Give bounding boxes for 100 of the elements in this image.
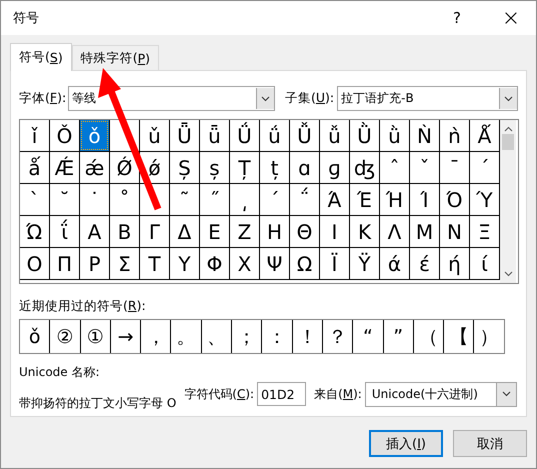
subset-dropdown[interactable]: 拉丁语扩充-B: [337, 86, 518, 111]
window-title: 符号: [13, 10, 40, 27]
symbol-cell[interactable]: ǽ: [80, 152, 109, 183]
symbol-cell[interactable]: ˚: [110, 184, 139, 215]
scrollbar-thumb[interactable]: [502, 134, 514, 150]
symbol-cell[interactable]: Ώ: [20, 216, 49, 247]
tab[interactable]: 特殊字符(P): [72, 45, 160, 70]
symbol-cell[interactable]: Ή: [380, 184, 409, 215]
symbol-cell[interactable]: Ό: [440, 184, 469, 215]
help-button[interactable]: ?: [428, 9, 486, 27]
symbol-cell[interactable]: Ω: [290, 248, 319, 279]
symbol-cell[interactable]: ʤ: [350, 152, 379, 183]
symbol-cell[interactable]: ɑ: [290, 152, 319, 183]
chevron-icon: [504, 96, 513, 102]
symbol-cell[interactable]: Ί: [410, 184, 439, 215]
symbol-cell[interactable]: ά: [380, 248, 409, 279]
symbol-cell[interactable]: Δ: [170, 216, 199, 247]
symbol-cell[interactable]: Υ: [170, 248, 199, 279]
chevron-icon: [260, 96, 270, 102]
symbol-cell[interactable]: ǻ: [20, 152, 49, 183]
symbol-cell[interactable]: Ǚ: [290, 120, 319, 151]
symbol-cell[interactable]: ț: [260, 152, 289, 183]
symbol-cell[interactable]: ͵: [230, 184, 259, 215]
symbol-cell[interactable]: ˋ: [20, 184, 49, 215]
tab[interactable]: 符号(S): [10, 43, 72, 71]
symbol-cell[interactable]: ǿ: [140, 152, 169, 183]
symbol-cell[interactable]: ǘ: [260, 120, 289, 151]
symbol-cell[interactable]: Ϋ: [350, 248, 379, 279]
symbol-cell[interactable]: ΄: [260, 184, 289, 215]
symbol-cell[interactable]: Ε: [200, 216, 229, 247]
symbol-cell[interactable]: Φ: [200, 248, 229, 279]
symbol-cell[interactable]: Α: [80, 216, 109, 247]
symbol-cell[interactable]: Ύ: [470, 184, 499, 215]
symbol-cell[interactable]: Ο: [20, 248, 49, 279]
font-dropdown[interactable]: 等线: [68, 86, 275, 111]
recent-symbols-label: 近期使用过的符号(R):: [19, 298, 147, 315]
symbol-cell[interactable]: ǐ: [20, 120, 49, 151]
symbol-cell[interactable]: έ: [410, 248, 439, 279]
symbol-cell[interactable]: Ι: [320, 216, 349, 247]
symbol-cell[interactable]: Έ: [350, 184, 379, 215]
symbol-cell[interactable]: Ξ: [470, 216, 499, 247]
symbol-cell[interactable]: ˝: [200, 184, 229, 215]
symbol-cell[interactable]: Χ: [230, 248, 259, 279]
symbol-cell[interactable]: Ǻ: [470, 120, 499, 151]
symbol-cell[interactable]: ΐ: [50, 216, 79, 247]
symbol-cell[interactable]: Λ: [380, 216, 409, 247]
subset-label: 子集(U):: [284, 90, 334, 107]
symbol-cell[interactable]: Κ: [350, 216, 379, 247]
symbol-cell[interactable]: ˙: [80, 184, 109, 215]
symbol-cell[interactable]: Η: [260, 216, 289, 247]
from-dropdown[interactable]: Unicode(十六进制): [364, 382, 517, 406]
symbol-cell[interactable]: Μ: [410, 216, 439, 247]
symbol-cell[interactable]: Ά: [320, 184, 349, 215]
symbol-cell[interactable]: Ψ: [260, 248, 289, 279]
symbol-cell[interactable]: Ν: [440, 216, 469, 247]
symbol-cell[interactable]: ș: [200, 152, 229, 183]
symbol-cell[interactable]: Ǽ: [50, 152, 79, 183]
symbol-cell[interactable]: ˊ: [470, 152, 499, 183]
symbol-cell[interactable]: Τ: [140, 248, 169, 279]
symbol-cell[interactable]: ΅: [290, 184, 319, 215]
unicode-name-label: Unicode 名称:: [19, 364, 101, 381]
close-button[interactable]: ×: [486, 6, 536, 30]
symbol-cell[interactable]: Ț: [230, 152, 259, 183]
symbol-cell[interactable]: Ș: [170, 152, 199, 183]
symbol-cell[interactable]: ǒ: [80, 120, 109, 151]
recent-symbol[interactable]: ）: [474, 320, 504, 353]
symbol-cell[interactable]: Ǿ: [110, 152, 139, 183]
symbol-cell[interactable]: Ǜ: [350, 120, 379, 151]
symbol-cell[interactable]: ˇ: [410, 152, 439, 183]
symbol-cell[interactable]: Ǹ: [410, 120, 439, 151]
symbol-cell[interactable]: ˜: [170, 184, 199, 215]
scrollbar[interactable]: [500, 120, 516, 283]
symbol-cell[interactable]: ɡ: [320, 152, 349, 183]
symbol-cell[interactable]: ί: [470, 248, 499, 279]
symbol-cell[interactable]: ˘: [50, 184, 79, 215]
symbol-cell[interactable]: ˉ: [440, 152, 469, 183]
symbol-cell[interactable]: ǜ: [380, 120, 409, 151]
symbol-cell[interactable]: ˆ: [380, 152, 409, 183]
symbol-cell[interactable]: Ρ: [80, 248, 109, 279]
symbol-cell[interactable]: Θ: [290, 216, 319, 247]
symbol-cell[interactable]: Β: [110, 216, 139, 247]
symbol-cell[interactable]: Ϊ: [320, 248, 349, 279]
symbol-cell[interactable]: ǖ: [200, 120, 229, 151]
symbol-cell[interactable]: Ζ: [230, 216, 259, 247]
font-label: 字体(F):: [19, 90, 66, 107]
symbol-cell[interactable]: Ǒ: [50, 120, 79, 151]
font-name: 等线: [71, 90, 98, 107]
chevron-icon: [502, 391, 511, 397]
symbol-cell[interactable]: ή: [440, 248, 469, 279]
symbol-cell[interactable]: Γ: [140, 216, 169, 247]
symbol-cell[interactable]: Π: [50, 248, 79, 279]
insert-button[interactable]: 插入(I): [369, 430, 443, 457]
cancel-button[interactable]: 取消: [453, 430, 527, 457]
symbol-cell[interactable]: Ǖ: [170, 120, 199, 151]
char-code-field[interactable]: 01D2: [257, 382, 306, 406]
symbol-cell[interactable]: Σ: [110, 248, 139, 279]
symbol-cell[interactable]: ǔ: [140, 120, 169, 151]
symbol-cell[interactable]: Ǘ: [230, 120, 259, 151]
symbol-cell[interactable]: ǚ: [320, 120, 349, 151]
symbol-cell[interactable]: ǹ: [440, 120, 469, 151]
